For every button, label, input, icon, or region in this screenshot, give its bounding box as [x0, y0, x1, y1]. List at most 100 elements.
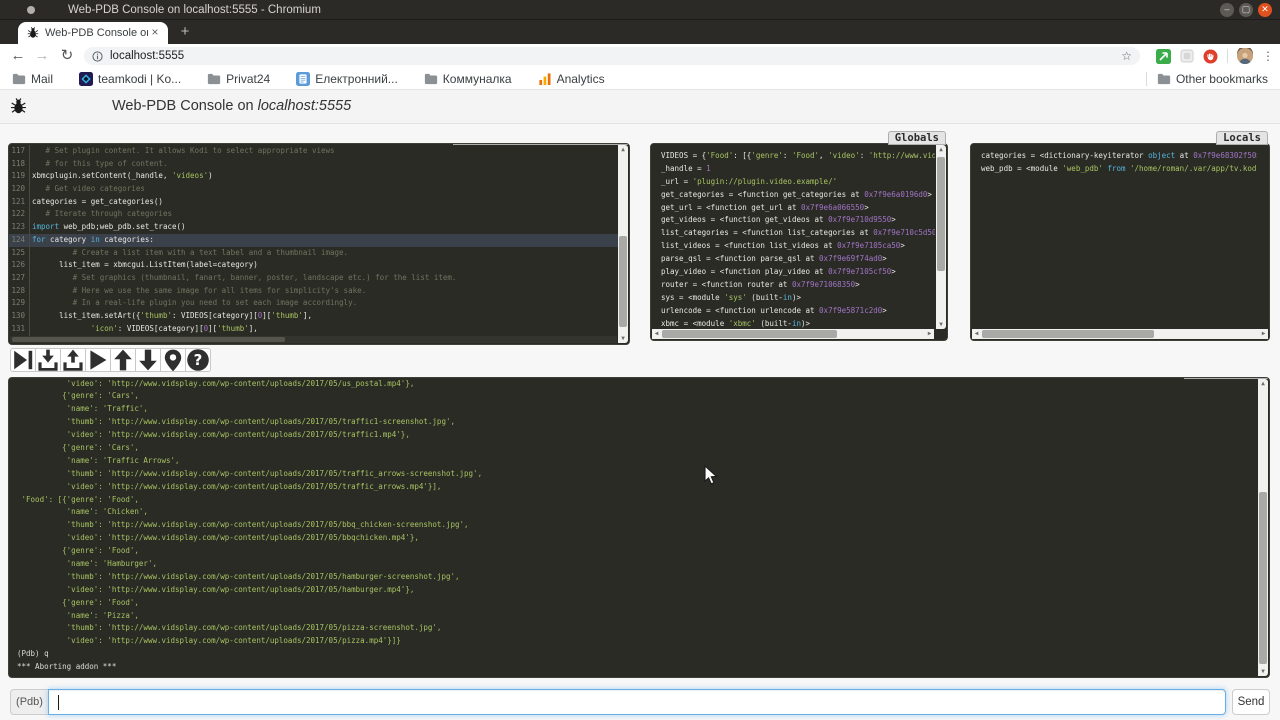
code-vertical-scrollbar[interactable]: ▲▼	[618, 145, 628, 343]
console-output-line: 'name': 'Pizza',	[17, 610, 482, 623]
debug-next-button[interactable]	[10, 348, 36, 372]
folder-icon	[12, 72, 26, 86]
avatar[interactable]	[1237, 48, 1253, 64]
debug-help-button[interactable]: ?	[185, 348, 211, 372]
forward-icon[interactable]: →	[32, 44, 52, 68]
pdb-command-input[interactable]	[48, 689, 1226, 715]
bookmark-label: Mail	[31, 72, 53, 86]
debug-step-button[interactable]	[35, 348, 61, 372]
current-file-name: main.py(124)	[549, 143, 621, 144]
console-output-line: 'video': 'http://www.vidsplay.com/wp-con…	[17, 635, 482, 648]
map-marker-icon	[161, 348, 185, 372]
console-output-line: 'name': 'Traffic Arrows',	[17, 455, 482, 468]
debug-continue-button[interactable]	[85, 348, 111, 372]
bookmark-item[interactable]: teamkodi | Ko...	[79, 72, 181, 86]
other-bookmarks-label: Other bookmarks	[1176, 72, 1268, 86]
pdb-console-tab: PDB Console	[1184, 377, 1268, 379]
global-variable-line: VIDEOS = {'Food': [{'genre': 'Food', 'vi…	[661, 150, 935, 163]
console-output-line: 'thumb': 'http://www.vidsplay.com/wp-con…	[17, 468, 482, 481]
bookmark-label: teamkodi | Ko...	[98, 72, 181, 86]
code-line-118: 118 # for this type of content.	[9, 158, 618, 171]
bookmark-star-icon[interactable]: ☆	[1121, 49, 1132, 63]
console-output-line: {'genre': 'Food',	[17, 545, 482, 558]
web-pdb-browser-window: { "window": { "title": "Web-PDB Console …	[0, 0, 1280, 720]
console-output-line: 'Food': [{'genre': 'Food',	[17, 494, 482, 507]
debug-down-button[interactable]	[135, 348, 161, 372]
new-tab-button[interactable]: +	[176, 23, 194, 41]
debug-up-button[interactable]	[110, 348, 136, 372]
bug-logo-icon	[10, 98, 27, 115]
page-title-host: localhost:5555	[258, 98, 352, 114]
tab-strip: Web-PDB Console on loca × +	[0, 20, 1280, 44]
console-output-line: {'genre': 'Cars',	[17, 442, 482, 455]
bookmark-item[interactable]: Коммуналка	[424, 72, 512, 86]
console-output-line: 'video': 'http://www.vidsplay.com/wp-con…	[17, 532, 482, 545]
local-variable-line: web_pdb = <module 'web_pdb' from '/home/…	[981, 163, 1257, 176]
tab-close-icon[interactable]: ×	[148, 26, 162, 40]
code-line-128: 128 # Here we use the same image for all…	[9, 285, 618, 298]
console-output-line: 'name': 'Chicken',	[17, 506, 482, 519]
console-output-line: 'thumb': 'http://www.vidsplay.com/wp-con…	[17, 416, 482, 429]
locals-horizontal-scrollbar[interactable]: ◀▶	[972, 329, 1268, 339]
code-line-121: 121categories = get_categories()	[9, 196, 618, 209]
globals-horizontal-scrollbar[interactable]: ◀▶	[652, 329, 934, 339]
extension-green-icon[interactable]	[1156, 49, 1171, 64]
global-variable-line: parse_qsl = <function parse_qsl at 0x7f9…	[661, 253, 935, 266]
globals-vertical-scrollbar[interactable]: ▲▼	[936, 145, 946, 329]
back-icon[interactable]: ←	[8, 44, 28, 68]
extension-red-icon[interactable]	[1203, 49, 1218, 64]
analytics-icon	[538, 72, 552, 86]
minimize-button-icon[interactable]: –	[1220, 3, 1234, 17]
console-output-line: 'video': 'http://www.vidsplay.com/wp-con…	[17, 380, 482, 390]
code-line-127: 127 # Set graphics (thumbnail, fanart, b…	[9, 272, 618, 285]
other-bookmarks-button[interactable]: Other bookmarks	[1157, 72, 1268, 86]
send-button[interactable]: Send	[1232, 689, 1270, 715]
close-button-icon[interactable]: ✕	[1258, 3, 1272, 17]
code-line-125: 125 # Create a list item with a text lab…	[9, 247, 618, 260]
code-line-130: 130 list_item.setArt({'thumb': VIDEOS[ca…	[9, 310, 618, 323]
window-title: Web-PDB Console on localhost:5555 - Chro…	[68, 0, 321, 20]
play-icon	[86, 348, 110, 372]
code-line-126: 126 list_item = xbmcgui.ListItem(label=c…	[9, 259, 618, 272]
reload-icon[interactable]: ↻	[57, 44, 77, 68]
text-caret	[58, 695, 59, 710]
address-bar[interactable]: localhost:5555 ☆	[84, 47, 1140, 65]
code-line-120: 120 # Get video categories	[9, 183, 618, 196]
bookmark-item[interactable]: Analytics	[538, 72, 605, 86]
bookmark-item[interactable]: Mail	[12, 72, 53, 86]
bookmarks-separator	[1146, 72, 1147, 86]
pdb-prompt-row: (Pdb) Send	[10, 689, 1270, 715]
code-horizontal-scrollbar[interactable]	[10, 336, 617, 343]
question-icon: ?	[186, 348, 210, 372]
console-output-line: 'video': 'http://www.vidsplay.com/wp-con…	[17, 481, 482, 494]
arrow-down-icon	[136, 348, 160, 372]
bookmark-item[interactable]: Електронний...	[296, 72, 398, 86]
console-output-line: *** Aborting addon ***	[17, 661, 482, 674]
page-header: Web-PDB Console on localhost:5555	[0, 90, 1280, 124]
console-output-line: 'name': 'Traffic',	[17, 403, 482, 416]
browser-tab[interactable]: Web-PDB Console on loca ×	[18, 22, 168, 44]
pdb-command-field[interactable]	[49, 690, 1225, 714]
global-variable-line: _handle = 1	[661, 163, 935, 176]
toolbar-separator	[1227, 49, 1228, 63]
browser-menu-icon[interactable]: ⋮	[1262, 49, 1274, 63]
bookmark-item[interactable]: Privat24	[207, 72, 270, 86]
bookmark-label: Електронний...	[315, 72, 398, 86]
global-variable-line: get_url = <function get_url at 0x7f9e6a0…	[661, 202, 935, 215]
code-line-119: 119xbmcplugin.setContent(_handle, 'video…	[9, 170, 618, 183]
console-vertical-scrollbar[interactable]: ▲▼	[1258, 379, 1268, 676]
locals-panel: Locals categories = <dictionary-keyitera…	[970, 143, 1270, 341]
mouse-cursor-icon	[704, 465, 718, 486]
debug-toolbar: ?	[10, 348, 211, 372]
browser-toolbar: ← → ↻ localhost:5555 ☆ ⋮	[0, 44, 1280, 68]
site-info-icon[interactable]	[92, 51, 103, 62]
global-variable-line: play_video = <function play_video at 0x7…	[661, 266, 935, 279]
global-variable-line: router = <function router at 0x7f9e71068…	[661, 279, 935, 292]
globals-tab: Globals	[888, 131, 946, 145]
debug-where-button[interactable]	[160, 348, 186, 372]
extension-disabled-icon[interactable]	[1180, 49, 1194, 63]
folder-icon	[1157, 72, 1171, 86]
maximize-button-icon[interactable]: ▢	[1239, 3, 1253, 17]
debug-return-button[interactable]	[60, 348, 86, 372]
globals-panel: Globals VIDEOS = {'Food': [{'genre': 'Fo…	[650, 143, 948, 341]
